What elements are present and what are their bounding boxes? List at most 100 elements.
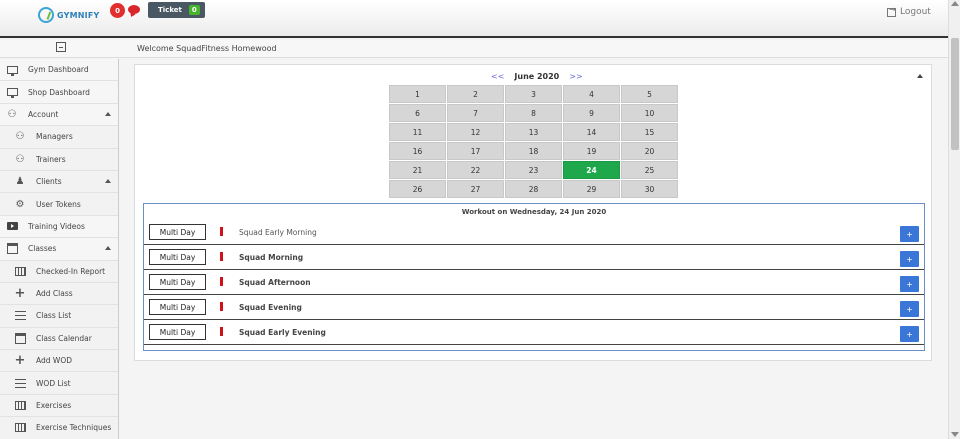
sidebar-item-label: Account <box>28 109 59 119</box>
calendar-day[interactable]: 17 <box>447 142 504 160</box>
sidebar-item-add-wod[interactable]: + Add WOD <box>0 350 118 373</box>
calendar-day[interactable]: 13 <box>505 123 562 141</box>
sidebar-item-trainers[interactable]: ⚇ Trainers <box>0 148 118 171</box>
calendar-day-selected[interactable]: 24 <box>563 161 620 179</box>
workout-list: Workout on Wednesday, 24 Jun 2020 Multi … <box>143 203 925 351</box>
add-workout-button[interactable]: + <box>900 226 919 242</box>
workout-row: Multi Day Squad Evening + <box>144 295 924 320</box>
logout-button[interactable]: Logout <box>887 5 931 17</box>
workout-marker <box>220 227 223 236</box>
calendar-day[interactable]: 7 <box>447 104 504 122</box>
add-workout-button[interactable]: + <box>900 326 919 342</box>
workout-row: Multi Day Squad Early Morning + <box>144 220 924 245</box>
sidebar-item-wod-list[interactable]: WOD List <box>0 372 118 395</box>
ticket-button[interactable]: Ticket 0 <box>148 2 205 18</box>
calendar-day[interactable]: 9 <box>563 104 620 122</box>
sidebar-item-checked-in-report[interactable]: Checked-In Report <box>0 260 118 283</box>
calendar-day[interactable]: 1 <box>389 85 446 103</box>
sidebar-item-class-list[interactable]: Class List <box>0 305 118 328</box>
calendar-panel: << June 2020 >> 1 2 3 4 5 6 7 8 9 10 11 12 13 14 15 16 1… <box>134 64 932 361</box>
add-workout-button[interactable]: + <box>900 276 919 292</box>
sidebar-item-label: Add WOD <box>36 356 72 366</box>
workout-marker <box>220 252 223 261</box>
workout-type-button[interactable]: Multi Day <box>149 274 206 290</box>
workout-name[interactable]: Squad Early Morning <box>239 228 317 237</box>
workout-marker <box>220 327 223 336</box>
calendar-day[interactable]: 29 <box>563 180 620 198</box>
ticket-count-badge: 0 <box>188 5 200 15</box>
sidebar-item-training-videos[interactable]: Training Videos <box>0 215 118 239</box>
calendar-day[interactable]: 14 <box>563 123 620 141</box>
plus-icon: + <box>14 286 26 302</box>
add-workout-button[interactable]: + <box>900 251 919 267</box>
calendar-day[interactable]: 11 <box>389 123 446 141</box>
sidebar-item-add-class[interactable]: + Add Class <box>0 282 118 306</box>
workout-name[interactable]: Squad Morning <box>239 253 303 262</box>
calendar-day[interactable]: 27 <box>447 180 504 198</box>
sidebar-item-label: Exercises <box>36 401 72 411</box>
workout-type-button[interactable]: Multi Day <box>149 249 206 265</box>
plus-icon: + <box>14 353 26 369</box>
user-add-icon: ♟ <box>15 176 25 188</box>
calendar-day[interactable]: 28 <box>505 180 562 198</box>
calendar-day[interactable]: 20 <box>621 142 678 160</box>
calendar-day[interactable]: 16 <box>389 142 446 160</box>
calendar-day[interactable]: 23 <box>505 161 562 179</box>
sidebar-item-label: Shop Dashboard <box>28 87 90 97</box>
calendar-day[interactable]: 18 <box>505 142 562 160</box>
prev-month-link[interactable]: << <box>491 72 504 81</box>
page-scrollbar[interactable] <box>948 0 960 439</box>
ticket-label: Ticket <box>158 6 182 14</box>
calendar-day[interactable]: 6 <box>389 104 446 122</box>
calendar-day[interactable]: 12 <box>447 123 504 141</box>
scroll-down-arrow-icon[interactable] <box>951 432 959 437</box>
sidebar-item-classes[interactable]: Classes <box>0 238 118 261</box>
workout-row: Multi Day Squad Early Evening + <box>144 320 924 345</box>
sidebar-item-account[interactable]: ⚇ Account <box>0 103 118 127</box>
calendar-day[interactable]: 25 <box>621 161 678 179</box>
sidebar-item-managers[interactable]: ⚇ Managers <box>0 126 118 149</box>
users-icon: ⚇ <box>15 153 25 165</box>
calendar-day[interactable]: 21 <box>389 161 446 179</box>
scroll-up-arrow-icon[interactable] <box>951 1 959 6</box>
gear-icon: ⚙ <box>15 198 25 210</box>
calendar-day[interactable]: 4 <box>563 85 620 103</box>
calendar-day[interactable]: 22 <box>447 161 504 179</box>
sidebar-item-exercise-techniques[interactable]: Exercise Techniques <box>0 417 118 439</box>
workout-date-title: Workout on Wednesday, 24 Jun 2020 <box>461 208 607 216</box>
calendar-day[interactable]: 30 <box>621 180 678 198</box>
sub-header: Welcome SquadFitness Homewood <box>0 40 948 58</box>
sidebar-item-label: Gym Dashboard <box>28 65 89 75</box>
workout-type-button[interactable]: Multi Day <box>149 299 206 315</box>
calendar-day[interactable]: 19 <box>563 142 620 160</box>
panel-collapse-icon[interactable] <box>917 74 923 78</box>
sidebar-item-gym-dashboard[interactable]: Gym Dashboard <box>0 59 118 82</box>
sidebar-item-clients[interactable]: ♟ Clients <box>0 170 118 194</box>
sidebar-item-exercises[interactable]: Exercises <box>0 394 118 418</box>
calendar-day[interactable]: 2 <box>447 85 504 103</box>
calendar-day[interactable]: 5 <box>621 85 678 103</box>
next-month-link[interactable]: >> <box>569 72 582 81</box>
calendar-day[interactable]: 8 <box>505 104 562 122</box>
sidebar-item-shop-dashboard[interactable]: Shop Dashboard <box>0 81 118 104</box>
workout-name[interactable]: Squad Early Evening <box>239 328 326 337</box>
workout-type-button[interactable]: Multi Day <box>149 324 206 340</box>
sidebar-item-user-tokens[interactable]: ⚙ User Tokens <box>0 193 118 216</box>
calendar-day[interactable]: 3 <box>505 85 562 103</box>
workout-name[interactable]: Squad Evening <box>239 303 302 312</box>
scroll-thumb[interactable] <box>951 38 959 150</box>
workout-name[interactable]: Squad Afternoon <box>239 278 311 287</box>
sidebar-item-class-calendar[interactable]: Class Calendar <box>0 327 118 351</box>
chat-icon[interactable] <box>128 5 140 14</box>
calendar-icon <box>6 243 18 255</box>
calendar-day[interactable]: 10 <box>621 104 678 122</box>
add-workout-button[interactable]: + <box>900 301 919 317</box>
sidebar-collapse-icon[interactable] <box>56 42 66 52</box>
logo[interactable]: GYMNIFY <box>38 7 99 23</box>
calendar-day[interactable]: 26 <box>389 180 446 198</box>
notification-badge[interactable]: 0 <box>110 3 125 18</box>
calendar-day[interactable]: 15 <box>621 123 678 141</box>
logout-label: Logout <box>900 7 931 17</box>
workout-marker <box>220 277 223 286</box>
workout-type-button[interactable]: Multi Day <box>149 224 206 240</box>
